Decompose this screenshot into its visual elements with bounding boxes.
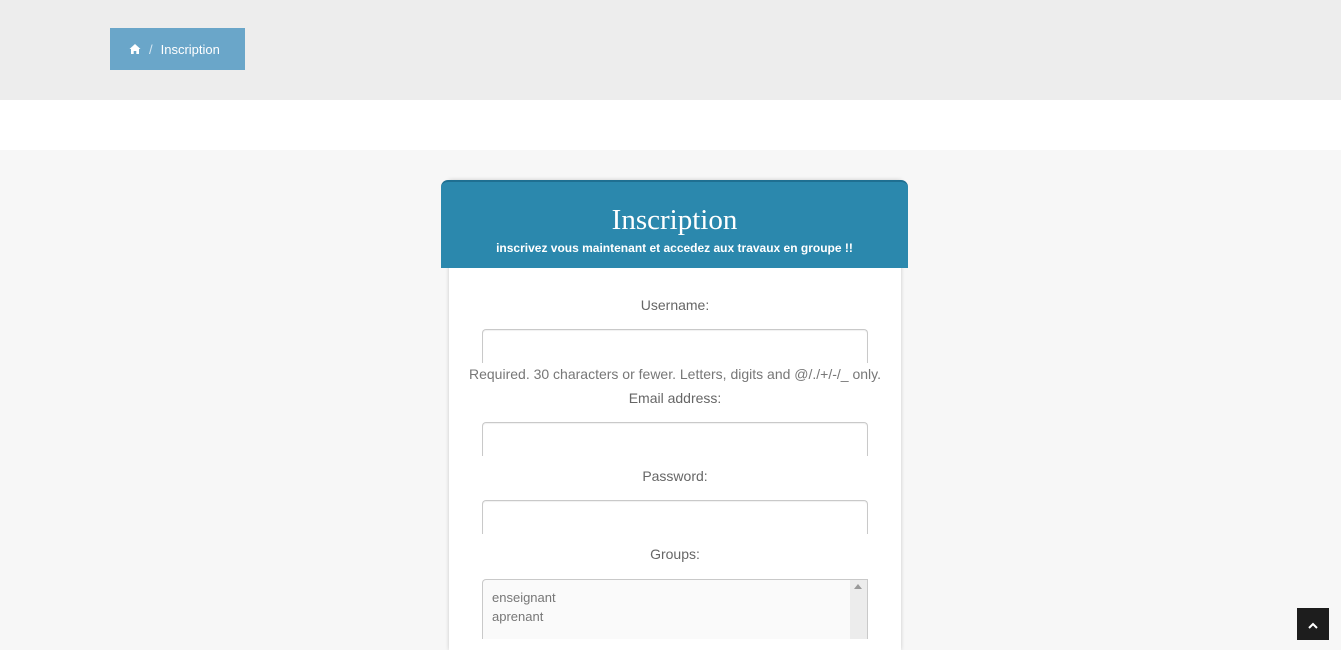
chevron-up-icon xyxy=(1308,622,1318,629)
groups-option-enseignant[interactable]: enseignant xyxy=(483,588,867,607)
groups-label: Groups: xyxy=(650,546,700,562)
breadcrumb-separator: / xyxy=(149,41,153,57)
username-help-text: Required. 30 characters or fewer. Letter… xyxy=(469,366,881,382)
groups-select[interactable]: enseignant aprenant xyxy=(482,579,868,639)
groups-option-aprenant[interactable]: aprenant xyxy=(483,607,867,626)
username-input[interactable] xyxy=(482,329,868,363)
username-label: Username: xyxy=(640,297,710,313)
groups-scrollbar[interactable] xyxy=(850,580,867,639)
form-subtitle: inscrivez vous maintenant et accedez aux… xyxy=(496,241,853,255)
email-input[interactable] xyxy=(482,422,868,456)
card-header: Inscription inscrivez vous maintenant et… xyxy=(441,180,908,268)
email-label: Email address: xyxy=(628,390,722,406)
home-icon[interactable] xyxy=(129,43,141,55)
password-input[interactable] xyxy=(482,500,868,534)
back-to-top-button[interactable] xyxy=(1297,608,1329,640)
password-label: Password: xyxy=(642,468,708,484)
scroll-up-arrow-icon[interactable] xyxy=(854,584,862,589)
breadcrumb: / Inscription xyxy=(110,28,245,70)
white-band xyxy=(0,100,1341,150)
breadcrumb-current: Inscription xyxy=(160,41,220,57)
form-title: Inscription xyxy=(611,204,738,236)
